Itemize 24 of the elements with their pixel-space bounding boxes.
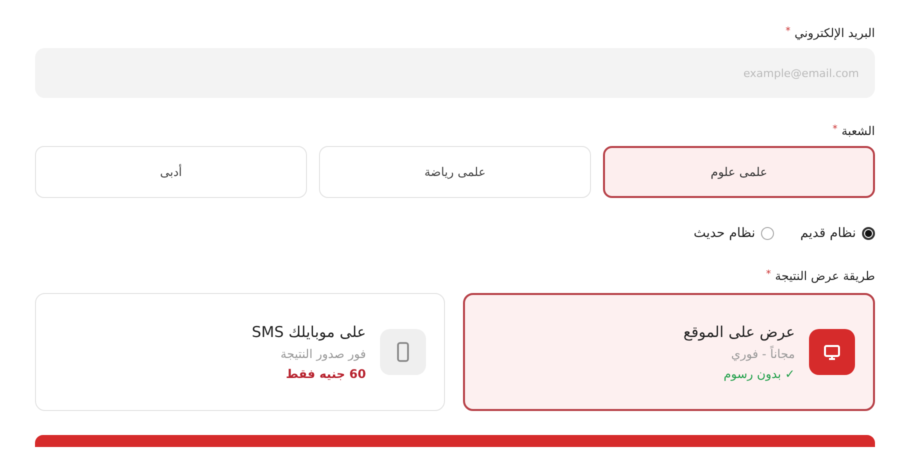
monitor-icon <box>823 343 841 361</box>
email-field[interactable]: example@email.com <box>35 48 875 98</box>
required-mark: * <box>766 269 772 280</box>
result-method-card[interactable]: عرض على الموقع مجاناً - فوري ✓ بدون رسوم <box>463 293 875 411</box>
branch-option[interactable]: أدبى <box>35 146 307 198</box>
branch-option[interactable]: علمى رياضة <box>319 146 591 198</box>
fee-note: ✓ بدون رسوم <box>722 367 795 381</box>
field-label: طريقة عرض النتيجة <box>775 269 875 283</box>
branch-option[interactable]: علمى علوم <box>603 146 875 198</box>
price-note: 60 جنيه فقط <box>284 367 366 381</box>
card-title: عرض على الموقع <box>683 323 795 341</box>
result-method-card[interactable]: على موبايلك SMS فور صدور النتيجة 60 جنيه فقط <box>35 293 445 411</box>
card-subtitle: فور صدور النتيجة <box>280 347 366 361</box>
radio-label[interactable]: نظام حديث <box>694 226 756 241</box>
card-subtitle: مجاناً - فوري <box>730 347 795 361</box>
required-mark: * <box>785 26 790 37</box>
required-mark: * <box>832 124 838 135</box>
phone-icon <box>396 342 410 362</box>
radio-label[interactable]: نظام قديم <box>800 226 856 241</box>
radio-button[interactable] <box>761 227 774 240</box>
radio-button[interactable] <box>862 227 875 240</box>
field-label: البريد الإلكتروني <box>794 26 875 40</box>
card-title: على موبايلك SMS <box>252 323 366 341</box>
field-label: الشعبة <box>841 124 875 138</box>
